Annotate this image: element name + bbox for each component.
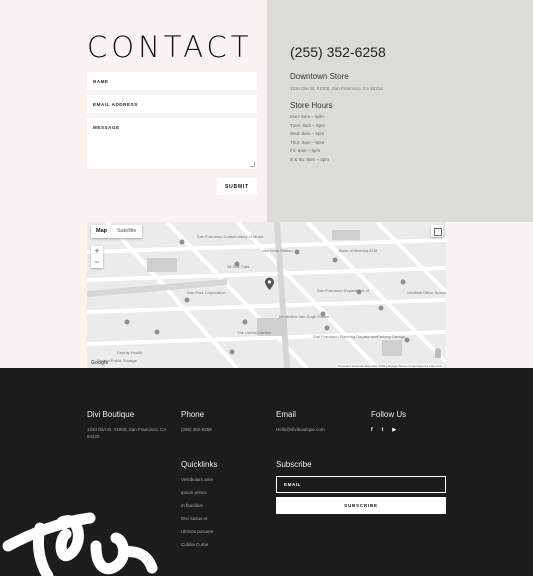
map[interactable]: San Francisco Conservatory of Music Van … <box>87 222 446 368</box>
svg-text:The Unreal Garden: The Unreal Garden <box>237 330 271 335</box>
svg-text:San Francisco Department of: San Francisco Department of <box>317 288 370 293</box>
map-streets: San Francisco Conservatory of Music Van … <box>87 222 446 368</box>
svg-text:All Star Cafe: All Star Cafe <box>227 264 250 269</box>
map-type-tabs: Map Satellite <box>91 225 142 238</box>
svg-text:Wellbink Office Space & Cowork: Wellbink Office Space & Coworking <box>407 290 446 295</box>
svg-text:Deputy Health: Deputy Health <box>117 350 142 355</box>
footer-email-heading: Email <box>276 410 297 419</box>
pegman-icon[interactable] <box>435 348 441 358</box>
resize-grip-icon[interactable] <box>250 162 255 167</box>
submit-button[interactable]: SUBMIT <box>217 178 257 195</box>
subscribe-email-input[interactable]: EMAIL <box>276 476 446 493</box>
message-field-label: MESSAGE <box>93 125 120 130</box>
store-heading: Downtown Store <box>290 72 349 81</box>
quicklink-item[interactable]: Orci luctus et <box>181 516 214 529</box>
store-address: 1234 Divi St. #1000, San Francisco, CA 9… <box>290 86 383 91</box>
hours-item: Fri: 8am – 5pm <box>290 148 321 154</box>
subscribe-email-label: EMAIL <box>284 482 301 487</box>
svg-text:Immersive Van Gogh Exhibit: Immersive Van Gogh Exhibit <box>279 314 330 319</box>
svg-text:San Francisco Conservatory of: San Francisco Conservatory of Music <box>197 234 263 239</box>
svg-text:San Francisco Planning Departm: San Francisco Planning Department <box>313 334 378 339</box>
page-title: CONTACT <box>87 30 253 64</box>
quicklinks-list: Vestibulum ante Ipsum primis In faucibus… <box>181 477 214 555</box>
quicklink-item[interactable]: Vestibulum ante <box>181 477 214 490</box>
footer-address: 1234 Divi St. #1000, San Francisco, CA 9… <box>87 427 167 439</box>
quicklinks-heading: Quicklinks <box>181 460 218 469</box>
hours-list: Mon: 8am – 5pm Tues: 8am – 5pm Wed: 8am … <box>290 113 329 165</box>
quicklink-item[interactable]: Cubilia Curae <box>181 542 214 555</box>
tab-map[interactable]: Map <box>91 225 112 238</box>
quicklink-item[interactable]: Ultrices posuere <box>181 529 214 542</box>
svg-text:Van Ness Station: Van Ness Station <box>262 248 293 253</box>
email-field-label: EMAIL ADDRESS <box>93 102 138 107</box>
zoom-control: + − <box>91 246 103 268</box>
hours-item: Mon: 8am – 5pm <box>290 114 324 119</box>
hours-item: S & Su: 9am – 4pm <box>290 156 330 162</box>
email-field[interactable]: EMAIL ADDRESS <box>87 95 257 113</box>
quicklink-item[interactable]: In faucibus <box>181 503 214 516</box>
name-field[interactable]: NAME <box>87 72 257 90</box>
message-field[interactable]: MESSAGE <box>87 118 257 169</box>
footer-brand-heading: Divi Boutique <box>87 410 135 419</box>
fullscreen-icon[interactable] <box>431 225 443 237</box>
subscribe-button[interactable]: SUBSCRIBE <box>276 497 446 514</box>
subscribe-heading: Subscribe <box>276 460 312 469</box>
google-logo: Google <box>91 360 109 366</box>
hours-heading: Store Hours <box>290 101 333 110</box>
follow-heading: Follow Us <box>371 410 407 419</box>
youtube-icon[interactable]: ▶ <box>392 427 396 433</box>
zoom-in-button[interactable]: + <box>91 246 103 257</box>
name-field-label: NAME <box>93 79 109 84</box>
hours-item: Thur: 8am – 5pm <box>290 139 325 145</box>
footer-phone[interactable]: (255) 352-6258 <box>181 426 212 433</box>
store-phone: (255) 352-6258 <box>290 44 386 60</box>
svg-text:Star Pork Corporation: Star Pork Corporation <box>187 290 226 295</box>
site-footer: Divi Boutique 1234 Divi St. #1000, San F… <box>0 368 533 576</box>
hours-item: Wed: 8am – 5pm <box>290 131 325 137</box>
social-icons: f t ▶ <box>371 427 396 433</box>
hours-item: Tues: 8am – 5pm <box>290 122 325 128</box>
store-info-section <box>267 0 533 222</box>
brush-logo <box>2 512 158 576</box>
footer-phone-heading: Phone <box>181 410 205 419</box>
twitter-icon[interactable]: t <box>382 427 384 433</box>
svg-text:Parking Garage: Parking Garage <box>377 334 406 339</box>
zoom-out-button[interactable]: − <box>91 257 103 268</box>
svg-text:Bank of America ATM: Bank of America ATM <box>339 248 377 253</box>
footer-email[interactable]: Hello@diviboutique.com <box>276 426 325 433</box>
facebook-icon[interactable]: f <box>371 427 373 433</box>
quicklink-item[interactable]: Ipsum primis <box>181 490 214 503</box>
tab-satellite[interactable]: Satellite <box>112 225 142 238</box>
